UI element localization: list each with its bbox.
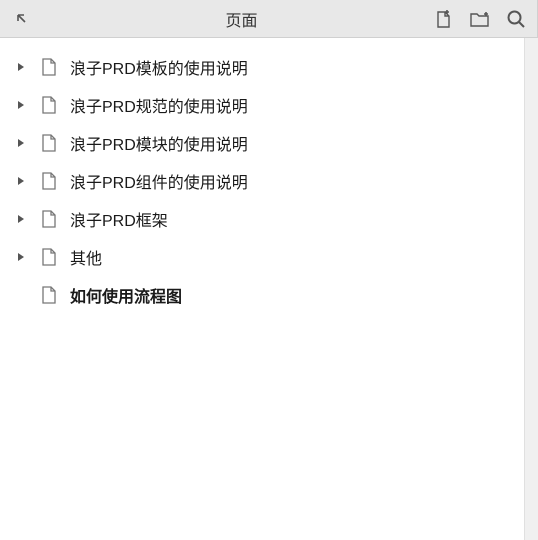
tree-item-label: 浪子PRD模块的使用说明 xyxy=(70,131,248,155)
tree-item[interactable]: 浪子PRD框架 xyxy=(0,200,537,238)
page-icon xyxy=(40,133,58,153)
expand-arrow-icon[interactable] xyxy=(14,98,28,112)
page-icon xyxy=(40,57,58,77)
collapse-panel-icon[interactable] xyxy=(10,8,32,30)
search-icon[interactable] xyxy=(505,8,527,30)
page-tree: 浪子PRD模板的使用说明浪子PRD规范的使用说明浪子PRD模块的使用说明浪子PR… xyxy=(0,38,537,540)
tree-item-label: 浪子PRD规范的使用说明 xyxy=(70,93,248,117)
new-page-icon[interactable] xyxy=(433,8,455,30)
pages-panel: 页面 浪子PRD模板的 xyxy=(0,0,538,540)
expand-arrow-icon[interactable] xyxy=(14,174,28,188)
page-icon xyxy=(40,247,58,267)
tree-item[interactable]: 浪子PRD模块的使用说明 xyxy=(0,124,537,162)
tree-item[interactable]: 如何使用流程图 xyxy=(0,276,537,314)
page-icon xyxy=(40,171,58,191)
tree-item[interactable]: 浪子PRD模板的使用说明 xyxy=(0,48,537,86)
tree-item-label: 其他 xyxy=(70,245,102,269)
tree-item[interactable]: 浪子PRD组件的使用说明 xyxy=(0,162,537,200)
panel-header: 页面 xyxy=(0,0,537,38)
tree-item-label: 浪子PRD模板的使用说明 xyxy=(70,55,248,79)
tree-item-label: 浪子PRD组件的使用说明 xyxy=(70,169,248,193)
expand-arrow-icon[interactable] xyxy=(14,60,28,74)
tree-item[interactable]: 其他 xyxy=(0,238,537,276)
header-left xyxy=(10,8,50,30)
panel-title: 页面 xyxy=(50,7,433,31)
page-icon xyxy=(40,95,58,115)
tree-item-label: 浪子PRD框架 xyxy=(70,207,168,231)
tree-item-label: 如何使用流程图 xyxy=(70,283,182,307)
page-icon xyxy=(40,285,58,305)
scrollbar[interactable] xyxy=(524,38,538,540)
page-icon xyxy=(40,209,58,229)
expand-arrow-icon[interactable] xyxy=(14,212,28,226)
tree-item[interactable]: 浪子PRD规范的使用说明 xyxy=(0,86,537,124)
new-folder-icon[interactable] xyxy=(469,8,491,30)
header-actions xyxy=(433,8,527,30)
expand-arrow-icon[interactable] xyxy=(14,136,28,150)
expand-arrow-icon[interactable] xyxy=(14,250,28,264)
